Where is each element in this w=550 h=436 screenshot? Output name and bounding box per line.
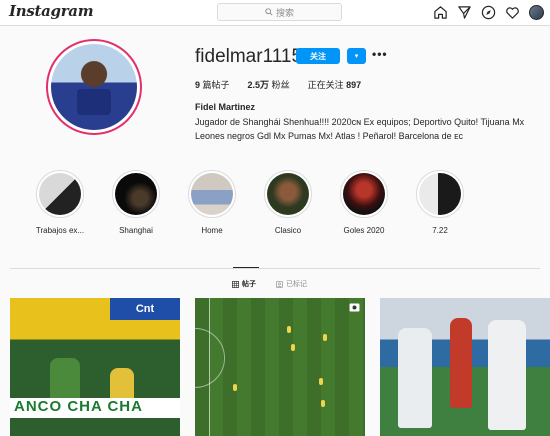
post-thumbnail[interactable] [380,298,550,436]
avatar-icon [528,4,544,20]
activity-icon[interactable] [504,4,520,20]
highlight-ring [416,170,464,218]
direct-icon[interactable] [456,4,472,20]
nav-icons [432,4,544,20]
active-tab-indicator [233,267,259,268]
username: fidelmar1115 [195,46,303,67]
suggested-dropdown-button[interactable]: ▾ [347,48,366,64]
highlight-item[interactable]: 7.22 [410,170,470,235]
explore-icon[interactable] [480,4,496,20]
post-ad-board: Cnt [110,298,180,320]
tab-divider [10,268,540,269]
more-options-button[interactable]: ••• [372,47,388,61]
highlight-cover [191,173,233,215]
highlight-ring [112,170,160,218]
highlight-ring [340,170,388,218]
following-count: 897 [346,80,362,90]
instagram-logo[interactable]: Instagram [9,2,94,20]
highlight-label: Shanghai [119,226,153,235]
post-player [398,328,432,428]
following-label: 正在关注 [307,80,344,90]
posts-stat: 9 篇帖子 [195,78,230,91]
posts-count: 9 [195,80,201,90]
story-highlights: Trabajos ex... Shanghai Home Clasico Gol… [30,170,490,240]
post-thumbnail[interactable] [195,298,365,436]
follow-button[interactable]: 关注 [296,48,340,64]
profile-tabs: 帖子 已标记 [232,279,307,289]
player-dot [291,344,295,351]
posts-label: 篇帖子 [202,80,230,90]
player-dot [321,400,325,407]
search-icon [265,8,273,16]
highlight-cover [343,173,385,215]
highlight-label: Home [201,226,223,235]
search-input[interactable]: 搜索 [217,3,342,21]
followers-label: 粉丝 [271,80,290,90]
tab-posts-label: 帖子 [242,281,256,288]
tab-tagged-label: 已标记 [286,281,307,288]
post-player [488,320,526,430]
player-dot [323,334,327,341]
highlight-item[interactable]: Trabajos ex... [30,170,90,235]
following-stat[interactable]: 正在关注 897 [308,78,362,91]
bio: Jugador de Shanghái Shenhua!!!! 2020ᴄɴ E… [195,117,525,141]
avatar[interactable] [528,4,544,20]
profile-stats: 9 篇帖子 2.5万 粉丝 正在关注 897 [195,78,361,91]
tab-posts[interactable]: 帖子 [232,279,256,289]
search-placeholder: 搜索 [275,7,294,18]
video-icon [349,303,360,312]
tab-tagged[interactable]: 已标记 [276,279,307,289]
highlight-label: Clasico [274,226,302,235]
highlight-item[interactable]: Goles 2020 [334,170,394,235]
highlight-ring [36,170,84,218]
highlight-cover [267,173,309,215]
highlight-cover [419,173,461,215]
home-icon[interactable] [432,4,448,20]
highlight-item[interactable]: Home [182,170,242,235]
player-dot [319,378,323,385]
highlight-label: Goles 2020 [343,226,385,235]
post-player [450,318,472,408]
post-ad-banner: ANCO CHA CHA [10,398,180,418]
full-name: Fidel Martinez [195,102,256,112]
player-dot [287,326,291,333]
post-thumbnail[interactable]: Cnt ANCO CHA CHA [10,298,180,436]
highlight-item[interactable]: Clasico [258,170,318,235]
followers-count: 2.5万 [247,80,270,90]
profile-photo [51,44,137,130]
highlight-cover [39,173,81,215]
highlight-item[interactable]: Shanghai [106,170,166,235]
field-circle [195,328,225,388]
highlight-ring [188,170,236,218]
profile-picture[interactable] [46,39,142,135]
highlight-ring [264,170,312,218]
highlight-label: 7.22 [432,226,448,235]
top-nav-bar: Instagram 搜索 [0,0,550,26]
player-dot [233,384,237,391]
highlight-label: Trabajos ex... [35,226,85,235]
grid-icon [232,280,239,288]
tagged-icon [276,280,283,288]
highlight-cover [115,173,157,215]
followers-stat[interactable]: 2.5万 粉丝 [248,78,290,91]
